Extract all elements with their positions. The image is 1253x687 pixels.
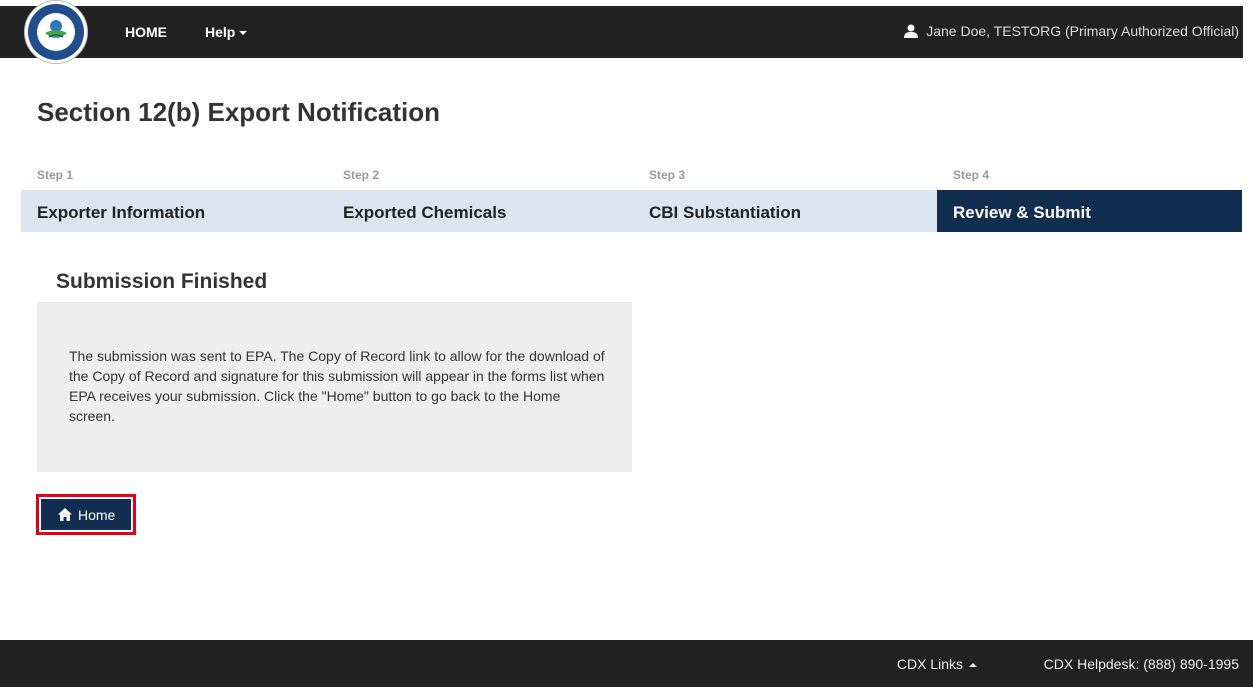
nav-help-label: Help xyxy=(205,24,236,40)
page-title: Section 12(b) Export Notification xyxy=(37,97,441,127)
chevron-up-icon xyxy=(969,663,977,668)
submission-message: The submission was sent to EPA. The Copy… xyxy=(69,348,605,424)
step-progress: Step 1 Exporter Information Step 2 Expor… xyxy=(21,160,1242,232)
step-number: Step 3 xyxy=(649,168,686,182)
step-label: Exported Chemicals xyxy=(343,203,507,222)
cdx-links-dropdown[interactable]: CDX Links xyxy=(897,656,977,672)
step-label: Review & Submit xyxy=(953,203,1091,222)
user-icon xyxy=(904,24,919,38)
user-menu[interactable]: Jane Doe, TESTORG (Primary Authorized Of… xyxy=(904,23,1239,39)
footer: CDX Links CDX Helpdesk: (888) 890-1995 xyxy=(0,640,1253,687)
section-heading: Submission Finished xyxy=(56,270,268,293)
epa-logo[interactable] xyxy=(24,0,88,64)
top-navbar: HOME Help Jane Doe, TESTORG (Primary Aut… xyxy=(0,6,1243,58)
cdx-helpdesk-link[interactable]: CDX Helpdesk: (888) 890-1995 xyxy=(1044,656,1239,672)
nav-home-link[interactable]: HOME xyxy=(125,24,167,40)
step-4: Step 4 Review & Submit xyxy=(937,160,1242,232)
step-number: Step 4 xyxy=(953,168,990,182)
chevron-down-icon xyxy=(239,31,248,36)
epa-flower-icon xyxy=(45,20,67,38)
cdx-links-label: CDX Links xyxy=(896,656,963,672)
step-2: Step 2 Exported Chemicals xyxy=(327,160,633,232)
home-button-label: Home xyxy=(78,506,116,523)
submission-message-box: The submission was sent to EPA. The Copy… xyxy=(37,302,632,472)
home-icon xyxy=(58,508,72,521)
nav-help-dropdown[interactable]: Help xyxy=(205,24,248,40)
step-label: CBI Substantiation xyxy=(649,203,802,222)
home-button-body: Home xyxy=(41,499,131,530)
step-number: Step 1 xyxy=(37,168,74,182)
step-3: Step 3 CBI Substantiation xyxy=(633,160,937,232)
step-number: Step 2 xyxy=(343,168,380,182)
user-name: Jane Doe, TESTORG (Primary Authorized Of… xyxy=(926,23,1239,39)
step-1: Step 1 Exporter Information xyxy=(21,160,327,232)
step-label: Exporter Information xyxy=(37,203,206,222)
home-button[interactable]: Home xyxy=(36,494,136,535)
